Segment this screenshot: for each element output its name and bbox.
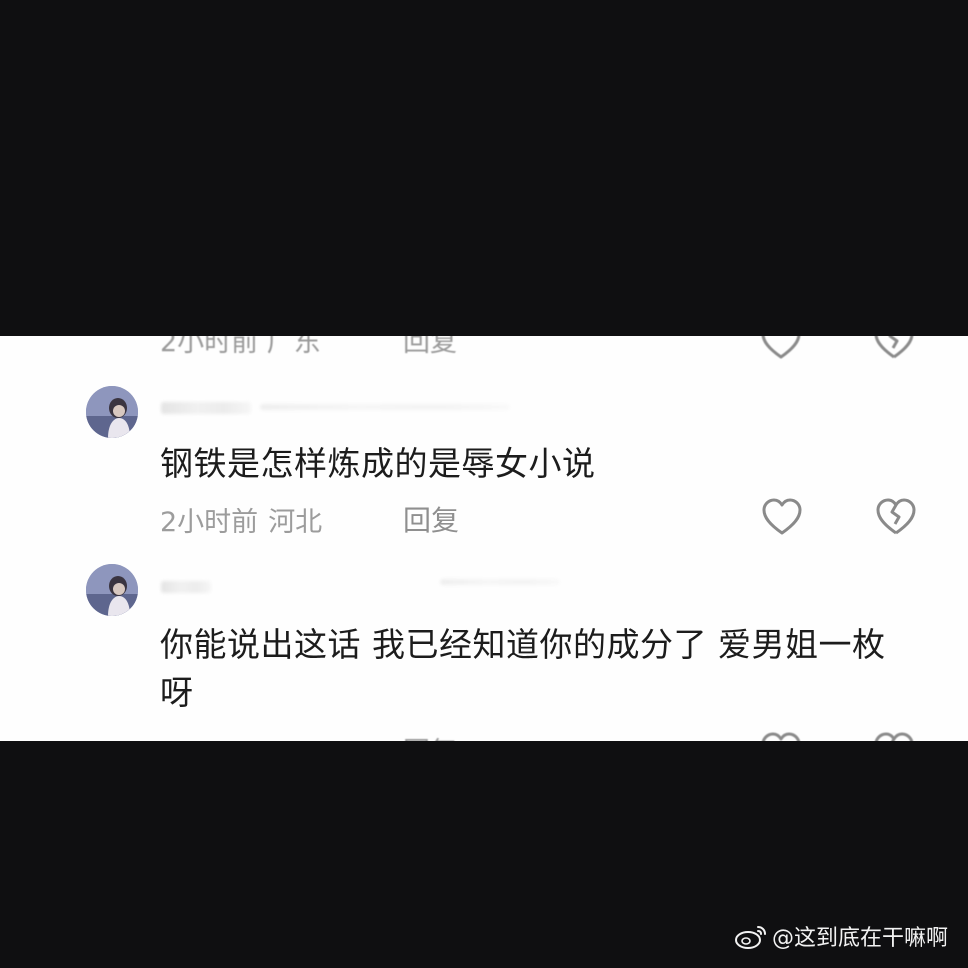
prev-like-icon[interactable] <box>760 336 802 369</box>
avatar[interactable] <box>86 564 138 616</box>
weibo-icon <box>734 922 768 950</box>
comment-text: 钢铁是怎样炼成的是辱女小说 <box>160 444 596 483</box>
prev-dislike-icon[interactable] <box>873 336 915 369</box>
bottom-black-bar: @这到底在干嘛啊 <box>0 741 968 968</box>
watermark: @这到底在干嘛啊 <box>734 920 948 952</box>
prev-comment-time: 2小时前 广东 <box>160 336 321 358</box>
like-icon[interactable] <box>761 498 803 538</box>
prev-reply-button[interactable]: 回复 <box>403 336 457 359</box>
like-icon[interactable] <box>760 732 802 741</box>
comment-text: 你能说出这话 我已经知道你的成分了 爱男姐一枚呀 <box>160 625 886 712</box>
next-comment-meta: 回复 <box>0 730 968 741</box>
watermark-text: @这到底在干嘛啊 <box>771 926 948 951</box>
reply-button[interactable]: 回复 <box>403 499 459 539</box>
comment-section: 2小时前 广东 回复 钢铁是怎样炼成的是辱女小说 2小时前 河北 回复 你能说出… <box>0 336 968 741</box>
dislike-icon[interactable] <box>873 732 915 741</box>
username-blurred[interactable] <box>161 581 211 593</box>
reply-button[interactable]: 回复 <box>403 730 457 741</box>
top-black-bar <box>0 0 968 336</box>
dislike-icon[interactable] <box>875 498 917 538</box>
username-blurred-tail <box>260 404 510 410</box>
comment-meta: 2小时前 河北 <box>160 500 322 539</box>
username-blurred[interactable] <box>161 402 251 414</box>
comment-region: 河北 <box>268 507 323 538</box>
comment-time: 2小时前 <box>160 507 259 538</box>
avatar[interactable] <box>86 386 138 438</box>
username-blurred-tail <box>440 579 560 585</box>
prev-comment-meta: 2小时前 广东 回复 <box>0 336 968 368</box>
